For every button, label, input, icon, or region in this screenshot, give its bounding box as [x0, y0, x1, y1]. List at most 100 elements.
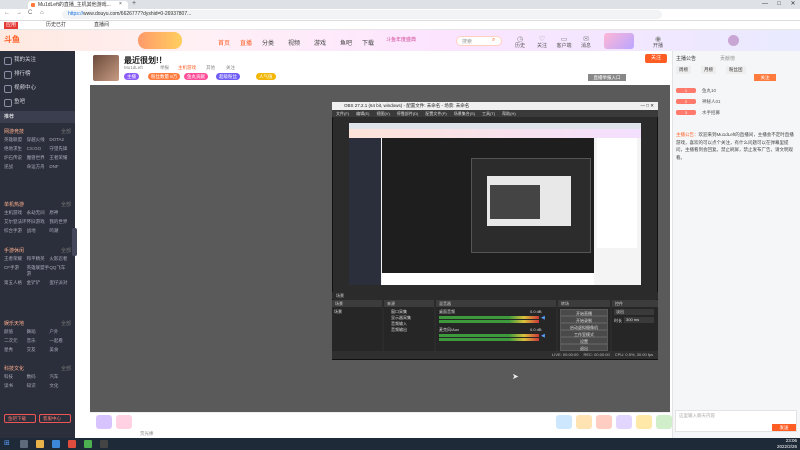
user-avatar[interactable]	[728, 35, 739, 46]
rank-row[interactable]: 3 水手招募	[676, 110, 796, 116]
sidebar-category[interactable]: 原神	[49, 210, 72, 216]
bookmark-history[interactable]: 历史已打	[46, 22, 66, 29]
nav-video[interactable]: 视频	[288, 38, 300, 47]
sidebar-category[interactable]: 文化	[49, 383, 72, 389]
url-bar[interactable]: https://www.douyu.com/6626777?dyshid=0-2…	[62, 10, 662, 19]
meta-category[interactable]: 主机游戏	[178, 65, 196, 71]
sidebar-category[interactable]: 科技	[4, 374, 27, 380]
meta-subcategory[interactable]: 其他	[206, 65, 215, 71]
sidebar-category[interactable]: 金铲铲	[27, 280, 50, 286]
speaker-icon[interactable]: ◀	[541, 315, 545, 321]
site-logo[interactable]: 斗鱼	[4, 34, 20, 45]
sidebar-tab-recommend[interactable]: 推荐	[4, 113, 14, 120]
client-button[interactable]: ▭ 客户端	[554, 36, 574, 50]
nav-yuba[interactable]: 鱼吧	[340, 38, 352, 47]
sidebar-category[interactable]: 舞蹈	[27, 329, 50, 335]
gift-item[interactable]	[556, 415, 572, 429]
gift-item[interactable]	[576, 415, 592, 429]
tag-badge[interactable]: 主播	[124, 73, 139, 80]
rank-tab-week[interactable]: 周榜	[676, 66, 691, 74]
tag-badge[interactable]: 鱼丸贡献	[184, 73, 208, 80]
obs-menu-item[interactable]: 编辑(E)	[356, 110, 369, 117]
broadcast-button[interactable]: ◉ 开播	[648, 36, 668, 50]
sidebar-category[interactable]: QQ飞车	[49, 265, 72, 277]
sidebar-item-following[interactable]: 我的关注	[0, 53, 75, 67]
sidebar-category[interactable]: 读书	[4, 383, 27, 389]
sidebar-yuba-download-button[interactable]: 鱼吧下载	[4, 414, 36, 423]
meta-report[interactable]: 举报	[160, 65, 169, 71]
gift-item[interactable]	[636, 415, 652, 429]
nav-game[interactable]: 游戏	[314, 38, 326, 47]
exit-button[interactable]: 退出	[560, 344, 608, 351]
taskbar-obs-icon[interactable]	[100, 440, 108, 448]
sidebar-category[interactable]: 魔兽世界	[27, 155, 50, 161]
sidebar-category[interactable]: 穿越火线	[27, 137, 50, 143]
nav-home[interactable]: 首页	[218, 38, 230, 47]
sidebar-category[interactable]: 和平精英	[27, 256, 50, 262]
rank-row[interactable]: 1 鱼丸10	[676, 88, 796, 94]
maximize-button[interactable]: □	[772, 0, 786, 9]
sidebar-category[interactable]: 交友	[27, 347, 50, 353]
sidebar-category[interactable]: 我的世界	[49, 219, 72, 225]
windows-start-icon[interactable]: ⊞	[4, 439, 10, 447]
sidebar-item-video[interactable]: 视频中心	[0, 81, 75, 95]
sidebar-category[interactable]: 美食	[49, 347, 72, 353]
message-button[interactable]: ✉ 消息	[576, 36, 596, 50]
forward-icon[interactable]: →	[16, 10, 22, 16]
sidebar-category[interactable]: 英雄联盟	[4, 137, 27, 143]
taskbar-app-icon[interactable]	[52, 440, 60, 448]
close-window-button[interactable]: ✕	[786, 0, 800, 9]
taskbar-browser-icon[interactable]	[68, 440, 76, 448]
bookmark-apps[interactable]: 应用	[4, 22, 19, 29]
obs-menu-item[interactable]: 配置文件(P)	[425, 110, 446, 117]
sidebar-category[interactable]: 星秀	[4, 347, 27, 353]
back-icon[interactable]: ←	[4, 10, 10, 16]
sidebar-category[interactable]: 鸣潮	[49, 228, 72, 234]
sidebar-item-ranking[interactable]: 排行榜	[0, 67, 75, 81]
studio-mode-button[interactable]: 工作室模式	[560, 330, 608, 337]
streamer-name[interactable]: Mu1dLeft	[124, 65, 143, 70]
sidebar-category[interactable]: 知识	[27, 383, 50, 389]
sidebar-category[interactable]: 综合手游	[4, 228, 27, 234]
sidebar-category[interactable]: 一起看	[49, 338, 72, 344]
bookmark-live[interactable]: 直播间	[94, 22, 109, 29]
sidebar-category[interactable]: 艾尔登法环	[4, 219, 27, 225]
obs-source-item[interactable]: 音频输出	[391, 327, 407, 333]
home-icon[interactable]: ⌂	[40, 10, 44, 16]
chat-tab-contrib[interactable]: 贡献榜	[720, 55, 735, 62]
tab-close-icon[interactable]: ×	[119, 1, 122, 7]
sidebar-category[interactable]: 永劫无间	[27, 210, 50, 216]
tag-badge[interactable]: 超级粉丝	[216, 73, 240, 80]
sidebar-category[interactable]: CF手游	[4, 265, 27, 277]
rank-tab-month[interactable]: 月榜	[701, 66, 716, 74]
transition-select[interactable]: 淡出	[614, 309, 654, 315]
transition-duration-input[interactable]: 300 ms	[624, 317, 654, 323]
history-button[interactable]: ◷ 历史	[510, 36, 530, 50]
sidebar-service-button[interactable]: 客服中心	[39, 414, 71, 423]
taskbar-search-icon[interactable]	[20, 440, 28, 448]
sidebar-category[interactable]: 主机游戏	[4, 210, 27, 216]
new-tab-button[interactable]: +	[132, 0, 136, 7]
sidebar-category[interactable]: 户外	[49, 329, 72, 335]
obs-menu-item[interactable]: 文件(F)	[336, 110, 349, 117]
meta-follow[interactable]: 关注	[226, 65, 235, 71]
sidebar-category[interactable]: 怀旧游戏	[27, 219, 50, 225]
sidebar-category[interactable]: 炉石传说	[4, 155, 27, 161]
gift-item[interactable]	[616, 415, 632, 429]
nav-download[interactable]: 下载	[362, 38, 374, 47]
sidebar-category[interactable]: 蛋仔派对	[49, 280, 72, 286]
follow-button[interactable]: 关注	[645, 54, 667, 63]
sidebar-category[interactable]: CS:GO	[27, 146, 50, 152]
sidebar-category[interactable]: 战地	[27, 228, 50, 234]
speaker-icon[interactable]: ◀	[541, 333, 545, 339]
gift-item[interactable]	[96, 415, 112, 429]
browser-tab[interactable]: Mu1dLeft的直播_主机其他游戏...	[28, 1, 128, 9]
obs-menu-item[interactable]: 帮助(H)	[502, 110, 516, 117]
obs-window-controls[interactable]: — □ ✕	[641, 102, 655, 110]
sidebar-category[interactable]: 汽车	[49, 374, 72, 380]
sidebar-category[interactable]: 英雄联盟手游	[27, 265, 50, 277]
sidebar-category[interactable]: 命运方舟	[27, 164, 50, 170]
virtual-camera-button[interactable]: 启动虚拟摄像机	[560, 323, 608, 330]
taskbar-folder-icon[interactable]	[36, 440, 44, 448]
sidebar-category[interactable]: DOTA2	[49, 137, 72, 143]
